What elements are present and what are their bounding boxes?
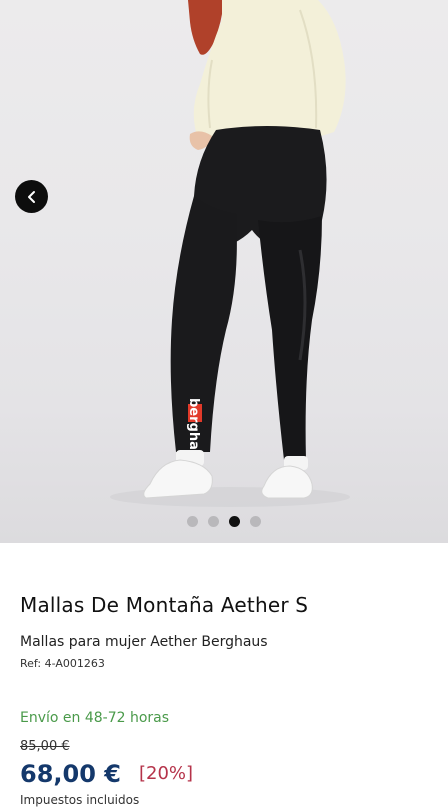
product-title: Mallas De Montaña Aether S (20, 593, 309, 617)
carousel-dot-2[interactable] (208, 516, 219, 527)
carousel-dot-1[interactable] (187, 516, 198, 527)
taxes-note: Impuestos incluidos (20, 793, 140, 807)
shipping-info: Envío en 48-72 horas (20, 710, 170, 726)
product-ref: Ref: 4-A001263 (20, 657, 105, 670)
old-price: 85,00 € (20, 739, 70, 754)
product-subtitle: Mallas para mujer Aether Berghaus (20, 634, 268, 650)
chevron-left-icon (27, 190, 35, 203)
carousel-dots (0, 516, 448, 527)
previous-image-button[interactable] (15, 180, 48, 213)
carousel-dot-4[interactable] (250, 516, 261, 527)
product-image-gallery[interactable]: berghaus (0, 0, 448, 543)
current-price: 68,00 € (20, 760, 121, 788)
product-photo: berghaus (110, 0, 350, 507)
discount-badge: [20%] (139, 763, 194, 784)
carousel-dot-3[interactable] (229, 516, 240, 527)
